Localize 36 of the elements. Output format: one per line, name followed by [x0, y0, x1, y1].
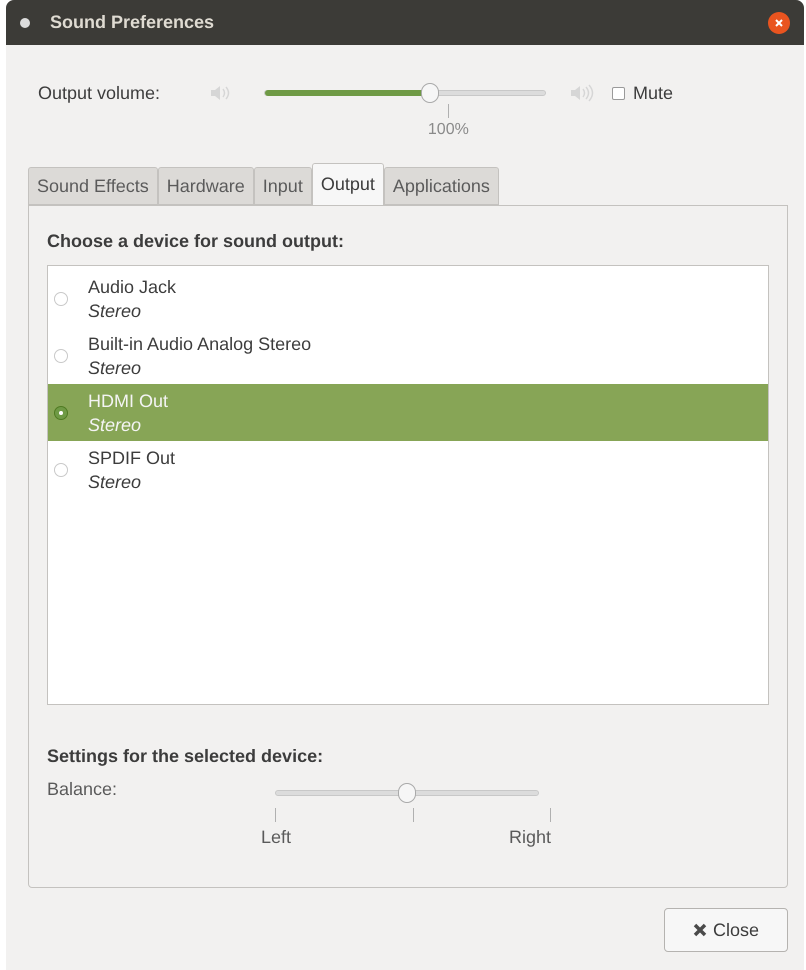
tab[interactable]: Input	[254, 167, 312, 205]
slider-thumb[interactable]	[398, 783, 416, 803]
device-profile: Stereo	[88, 300, 142, 322]
device-profile: Stereo	[88, 470, 142, 494]
radio-button[interactable]	[54, 406, 68, 420]
mute-label: Mute	[633, 82, 674, 105]
device-name: SPDIF Out	[88, 446, 176, 470]
tab[interactable]: Applications	[384, 167, 499, 205]
device-profile: Stereo	[88, 414, 142, 436]
balance-label: Balance:	[47, 778, 118, 801]
volume-reading: 100%	[428, 120, 469, 140]
device-profile: Stereo	[88, 356, 142, 380]
radio-button[interactable]	[54, 348, 68, 362]
device-name: Built-in Audio Analog Stereo	[88, 332, 312, 356]
device-item[interactable]: Built-in Audio Analog Stereo Stereo	[48, 327, 768, 384]
tab[interactable]: Output	[312, 163, 384, 205]
output-volume-label: Output volume:	[38, 82, 162, 105]
device-name: Audio Jack	[88, 276, 176, 298]
slider-thumb[interactable]	[421, 83, 440, 103]
mute-checkbox[interactable]	[612, 87, 625, 100]
device-name: HDMI Out	[88, 390, 168, 412]
close-button[interactable]: Close	[664, 908, 788, 952]
close-icon[interactable]	[768, 12, 790, 34]
tab[interactable]: Sound Effects	[28, 167, 158, 205]
radio-button[interactable]	[54, 292, 68, 306]
tab[interactable]: Hardware	[158, 167, 254, 205]
window-title: Sound Preferences	[50, 11, 216, 34]
balance-right-label: Right	[508, 826, 551, 849]
settings-heading: Settings for the selected device:	[47, 745, 324, 768]
device-heading: Choose a device for sound output:	[47, 230, 346, 253]
close-icon	[692, 923, 707, 937]
window-menu-icon[interactable]	[20, 18, 30, 28]
radio-button[interactable]	[54, 462, 68, 476]
device-item[interactable]: Audio Jack Stereo	[48, 270, 768, 327]
device-item[interactable]: SPDIF Out Stereo	[48, 441, 768, 498]
balance-left-label: Left	[261, 826, 292, 849]
